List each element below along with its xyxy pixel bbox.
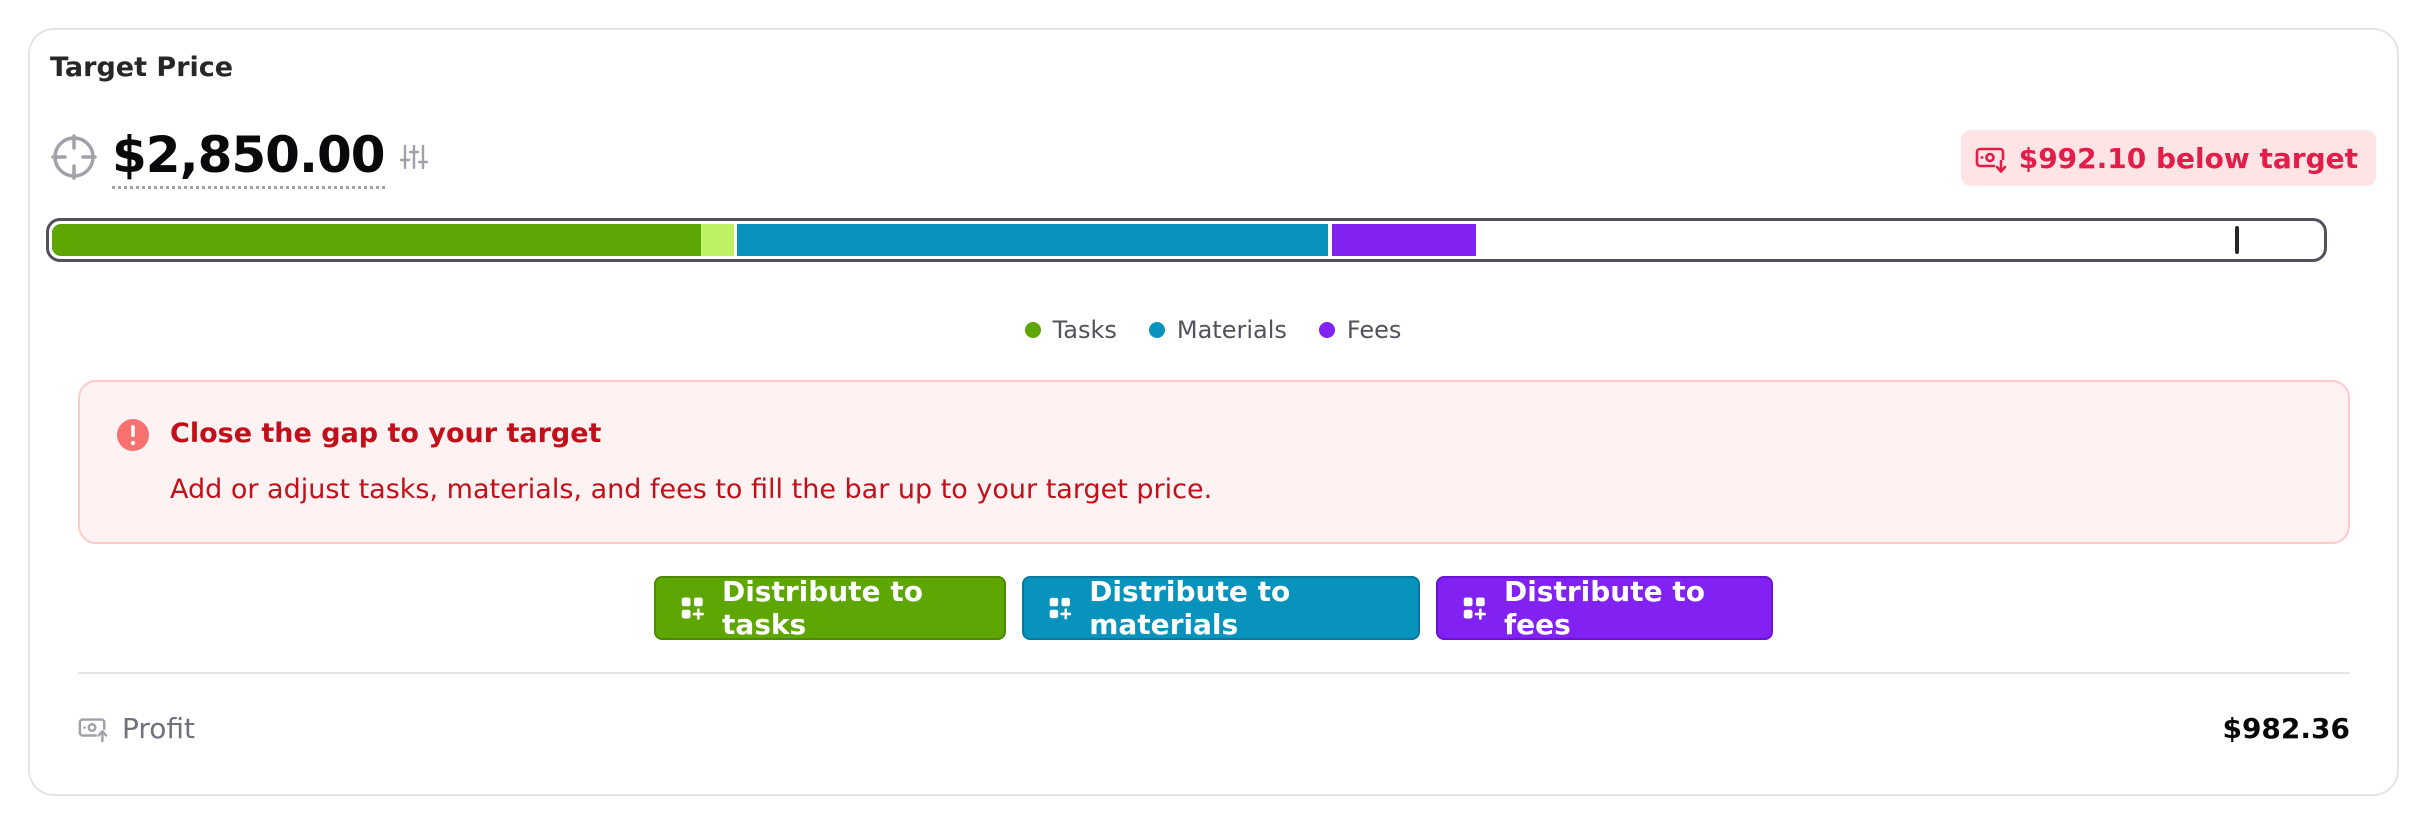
target-marker: [2234, 226, 2239, 254]
grid-plus-icon: [681, 597, 704, 620]
distribute-to-fees-button[interactable]: Distribute to fees: [1435, 575, 1773, 641]
sliders-icon[interactable]: [399, 142, 429, 172]
distribute-to-fees-label: Distribute to fees: [1503, 575, 1705, 641]
distribute-to-tasks-label: Distribute to tasks: [721, 575, 923, 641]
bar-legend: Tasks Materials Fees: [0, 316, 2426, 344]
price-progress-bar: [46, 218, 2327, 262]
alert-circle-icon: [117, 419, 149, 451]
legend-label-tasks: Tasks: [1052, 316, 1117, 344]
crosshair-icon: [51, 134, 97, 180]
money-down-icon: [1975, 147, 2007, 174]
segment-tasks-extra: [700, 224, 734, 256]
target-price-row: $2,850.00: [50, 124, 429, 190]
grid-plus-icon: [1463, 597, 1486, 620]
money-up-icon: [78, 718, 108, 743]
below-target-badge: $992.10 below target: [1960, 130, 2376, 186]
profit-label: Profit: [122, 711, 196, 745]
alert-body: Add or adjust tasks, materials, and fees…: [170, 474, 1213, 505]
target-price-value[interactable]: $2,850.00: [112, 126, 386, 189]
legend-label-materials: Materials: [1176, 316, 1287, 344]
legend-dot-fees: [1318, 322, 1335, 338]
distribute-to-materials-button[interactable]: Distribute to materials: [1021, 575, 1420, 641]
profit-value: $982.36: [2222, 711, 2350, 745]
segment-materials: [737, 224, 1329, 256]
segment-fees: [1331, 224, 1476, 256]
legend-item-tasks: Tasks: [1024, 316, 1117, 344]
distribute-to-tasks-button[interactable]: Distribute to tasks: [653, 575, 1006, 641]
gap-alert: Close the gap to your target Add or adju…: [78, 380, 2350, 544]
below-target-text: $992.10 below target: [2018, 141, 2358, 175]
legend-label-fees: Fees: [1346, 316, 1402, 344]
distribute-to-materials-label: Distribute to materials: [1089, 575, 1291, 641]
progress-bar-track: [52, 224, 2321, 256]
legend-item-materials: Materials: [1148, 316, 1287, 344]
profit-row: Profit $982.36: [78, 706, 2350, 750]
section-title: Target Price: [50, 52, 234, 83]
segment-tasks: [52, 224, 701, 256]
distribute-actions: Distribute to tasks Distribute to materi…: [0, 575, 2426, 641]
legend-dot-tasks: [1024, 322, 1041, 338]
grid-plus-icon: [1049, 597, 1071, 620]
section-divider: [78, 672, 2350, 674]
legend-dot-materials: [1148, 322, 1165, 338]
legend-item-fees: Fees: [1318, 316, 1402, 344]
alert-title: Close the gap to your target: [170, 418, 602, 449]
